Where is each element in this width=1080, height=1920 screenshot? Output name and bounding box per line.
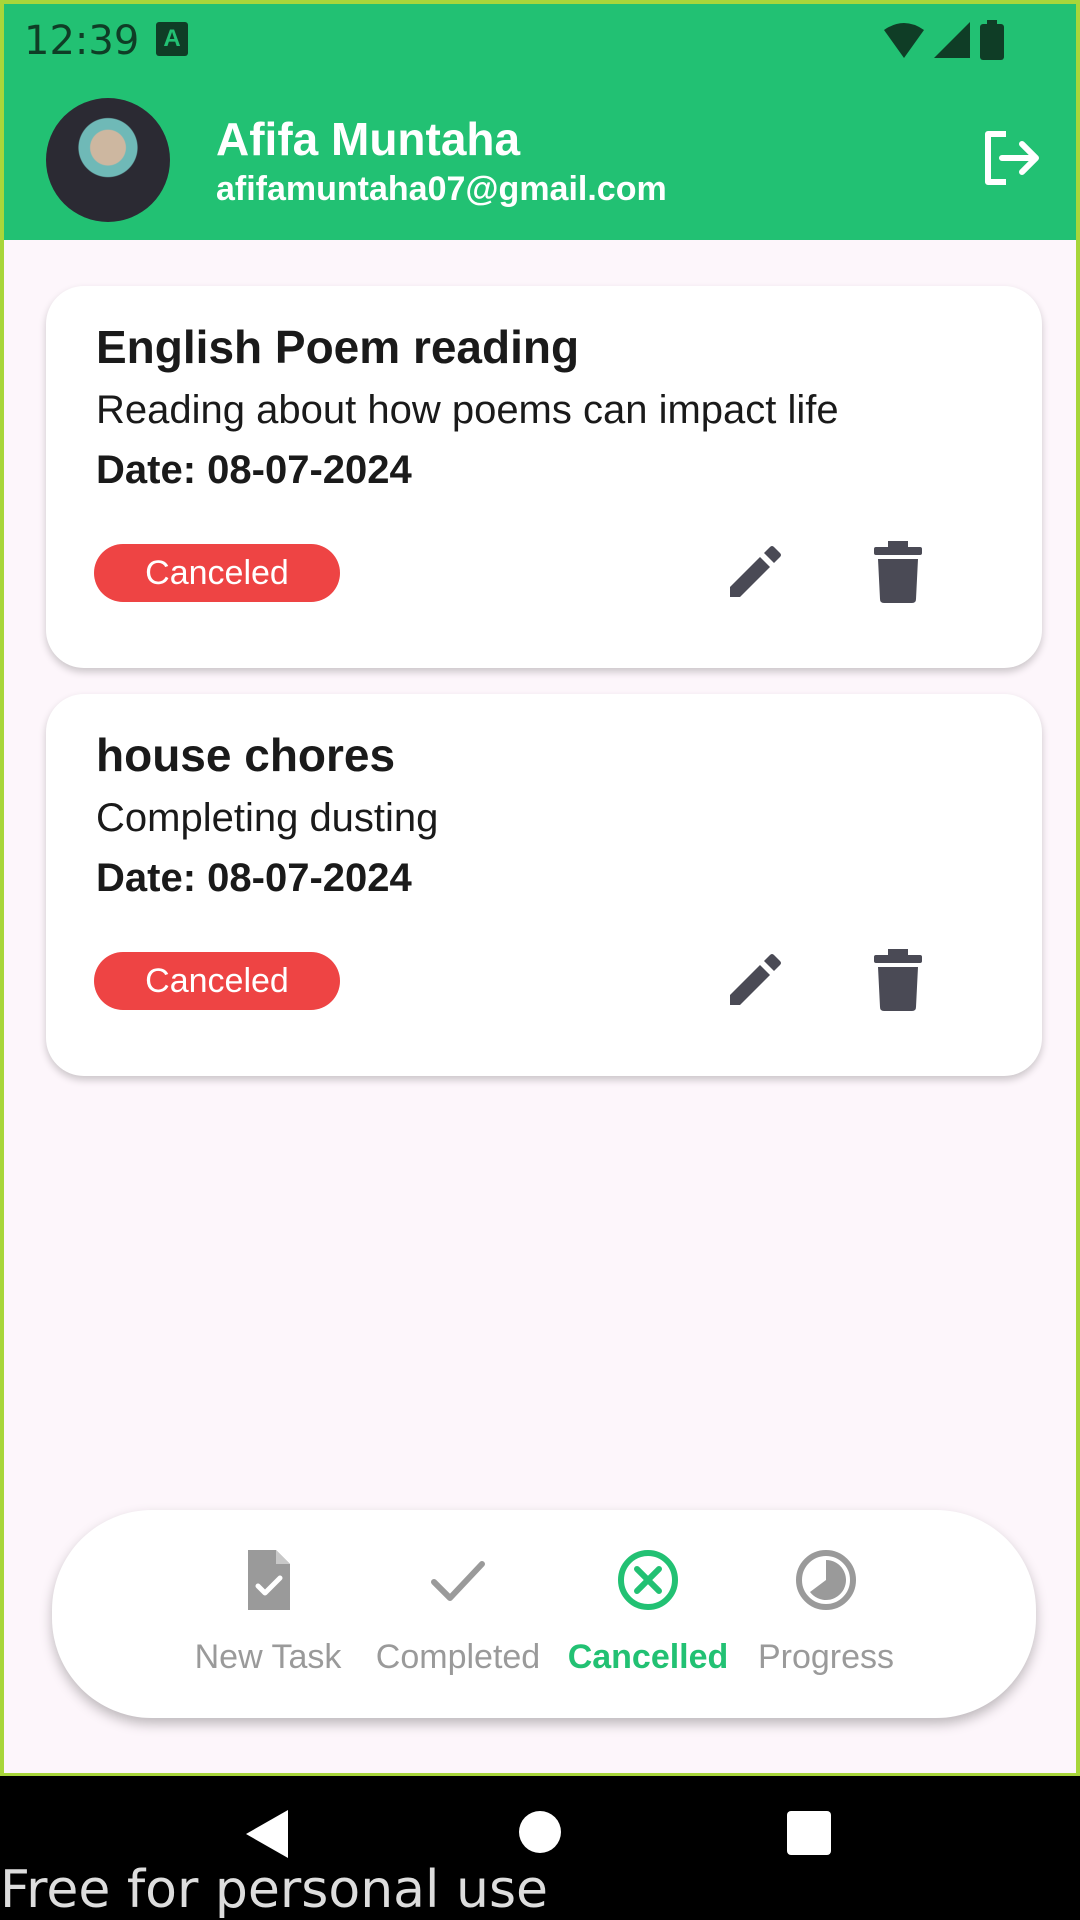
battery-icon [980,20,1004,60]
delete-icon[interactable] [866,947,930,1013]
edit-icon[interactable] [722,949,786,1013]
app-header: Afifa Muntaha afifamuntaha07@gmail.com [4,76,1076,240]
delete-icon[interactable] [866,539,930,605]
task-date: Date: 08-07-2024 [96,856,412,900]
signal-icon [934,22,970,58]
status-badge: Canceled [94,544,340,602]
app-frame: 12:39 A Afifa Muntaha afifamuntaha07@gma… [0,0,1080,1776]
status-time: 12:39 [24,18,140,64]
task-description: Completing dusting [96,796,439,840]
task-card[interactable]: English Poem reading Reading about how p… [46,286,1042,668]
task-card[interactable]: house chores Completing dusting Date: 08… [46,694,1042,1076]
nav-cancelled[interactable]: Cancelled [558,1546,738,1677]
user-name: Afifa Muntaha [216,113,521,165]
nav-label: Completed [375,1638,541,1676]
task-description: Reading about how poems can impact life [96,388,839,432]
status-badge: Canceled [94,952,340,1010]
bottom-navigation: New Task Completed Cancelled Progress [52,1510,1036,1718]
check-icon [431,1561,485,1601]
task-date: Date: 08-07-2024 [96,448,412,492]
nav-new-task[interactable]: New Task [178,1546,358,1677]
logout-icon[interactable] [978,126,1042,190]
nav-progress[interactable]: Progress [736,1546,916,1677]
nav-label: Cancelled [567,1638,729,1676]
task-doc-icon [248,1550,290,1610]
avatar[interactable] [46,98,170,222]
nav-completed[interactable]: Completed [368,1546,548,1677]
task-title: English Poem reading [96,321,580,373]
status-bar: 12:39 A [4,4,1076,76]
cancel-circle-icon [618,1550,678,1610]
edit-icon[interactable] [722,541,786,605]
app-notification-icon: A [156,22,188,56]
task-title: house chores [96,729,396,781]
nav-label: New Task [194,1638,342,1676]
back-icon[interactable] [242,1808,292,1860]
nav-label: Progress [757,1638,895,1676]
watermark-text: Free for personal use [0,1860,549,1920]
progress-icon [796,1550,856,1610]
home-icon[interactable] [518,1810,562,1854]
system-icons [882,20,1006,60]
recents-icon[interactable] [786,1810,832,1856]
user-email: afifamuntaha07@gmail.com [216,170,667,208]
wifi-icon [884,23,924,58]
